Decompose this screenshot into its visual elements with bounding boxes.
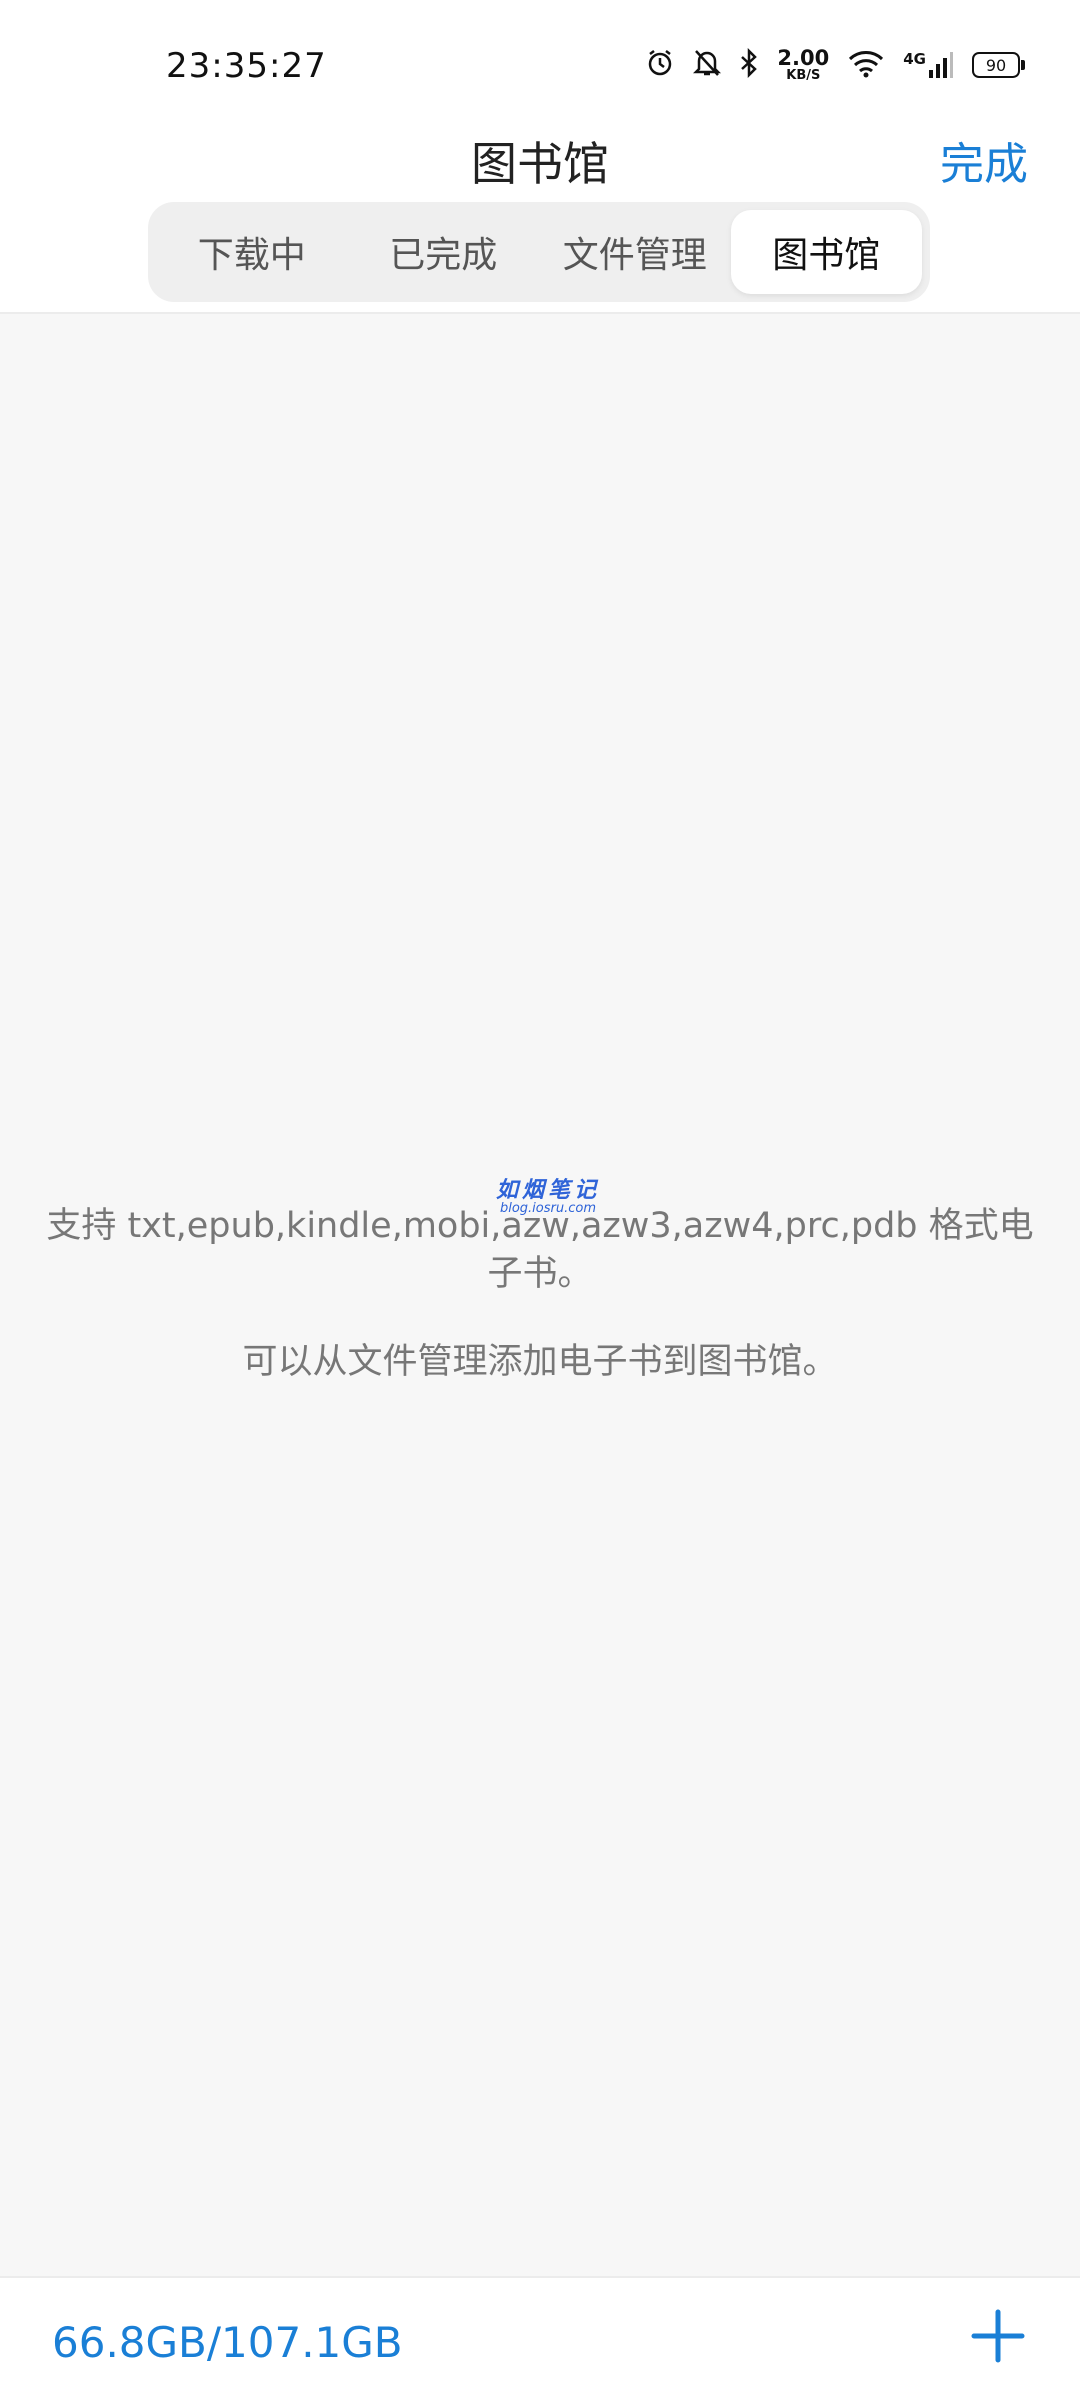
status-icons: 2.00 KB/S 4G 90 (645, 44, 1025, 86)
net-speed-unit: KB/S (786, 68, 821, 83)
add-books-hint: 可以从文件管理添加电子书到图书馆。 (242, 1342, 838, 1382)
watermark-title: 如烟笔记 (495, 1178, 600, 1203)
mute-bell-icon (693, 48, 722, 82)
page-title: 图书馆 (471, 137, 609, 191)
wifi-icon (847, 48, 885, 82)
plus-icon (971, 2309, 1025, 2363)
battery-icon: 90 (972, 52, 1025, 78)
tab-downloading[interactable]: 下载中 (156, 210, 348, 294)
bluetooth-icon (739, 47, 759, 82)
battery-level: 90 (985, 55, 1007, 75)
network-type: 4G (903, 50, 926, 68)
segmented-tabs: 下载中 已完成 文件管理 图书馆 (148, 202, 930, 302)
alarm-icon (645, 48, 675, 82)
bottom-bar: 66.8GB/107.1GB (0, 2276, 1080, 2402)
tab-completed[interactable]: 已完成 (348, 210, 540, 294)
done-button[interactable]: 完成 (940, 128, 1028, 192)
status-time: 23:35:27 (166, 46, 327, 86)
top-bar: 23:35:27 2.00 KB/S 4G 90 图书馆 完成 下载中 已完成 … (0, 0, 1080, 314)
tab-library[interactable]: 图书馆 (730, 210, 922, 294)
supported-formats-text: 支持 txt,epub,kindle,mobi,azw,azw3,azw4,pr… (46, 1206, 1034, 1294)
cellular-signal-icon: 4G (903, 50, 954, 80)
storage-usage: 66.8GB/107.1GB (52, 2318, 403, 2367)
net-speed-value: 2.00 (777, 46, 830, 70)
add-button[interactable] (968, 2306, 1028, 2366)
tab-file-manager[interactable]: 文件管理 (539, 210, 731, 294)
empty-state: 支持 txt,epub,kindle,mobi,azw,azw3,azw4,pr… (40, 1202, 1040, 1386)
net-speed: 2.00 KB/S (777, 46, 830, 83)
